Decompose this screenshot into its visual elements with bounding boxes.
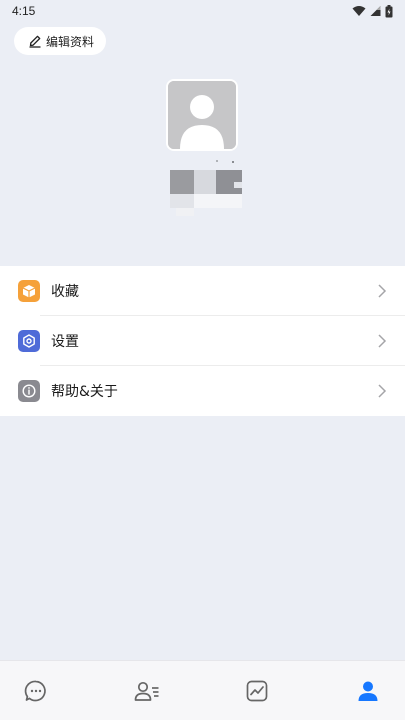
chevron-right-icon — [378, 384, 387, 398]
menu-item-favorites[interactable]: 收藏 — [0, 266, 405, 316]
contacts-icon — [134, 681, 159, 701]
menu-item-help-about[interactable]: 帮助&关于 — [0, 366, 405, 416]
info-icon — [18, 380, 40, 402]
tab-messages[interactable] — [23, 678, 49, 704]
avatar[interactable] — [166, 79, 238, 151]
default-avatar-icon — [168, 81, 236, 149]
obscured-username — [170, 160, 242, 216]
tab-profile[interactable] — [355, 678, 381, 704]
menu-item-label: 帮助&关于 — [51, 384, 118, 400]
wifi-icon — [352, 6, 366, 16]
gear-icon — [18, 330, 40, 352]
menu-item-label: 收藏 — [51, 284, 79, 300]
menu-item-settings[interactable]: 设置 — [0, 316, 405, 366]
status-time: 4:15 — [12, 4, 36, 18]
chevron-right-icon — [378, 284, 387, 298]
status-bar: 4:15 — [0, 0, 405, 24]
tab-activity[interactable] — [244, 678, 270, 704]
activity-icon — [246, 680, 268, 702]
edit-profile-label: 编辑资料 — [46, 34, 95, 49]
menu-item-label: 设置 — [51, 334, 79, 350]
tab-contacts[interactable] — [134, 678, 160, 704]
pencil-icon — [29, 35, 41, 48]
chat-icon — [24, 680, 46, 702]
profile-menu: 收藏 设置 帮助&关于 — [0, 266, 405, 416]
chevron-right-icon — [378, 334, 387, 348]
battery-icon — [385, 4, 393, 17]
signal-icon — [370, 6, 381, 16]
profile-icon — [358, 681, 378, 701]
box-icon — [18, 280, 40, 302]
status-icons — [352, 4, 393, 18]
bottom-navigation — [0, 660, 405, 720]
edit-profile-button[interactable]: 编辑资料 — [14, 27, 107, 55]
